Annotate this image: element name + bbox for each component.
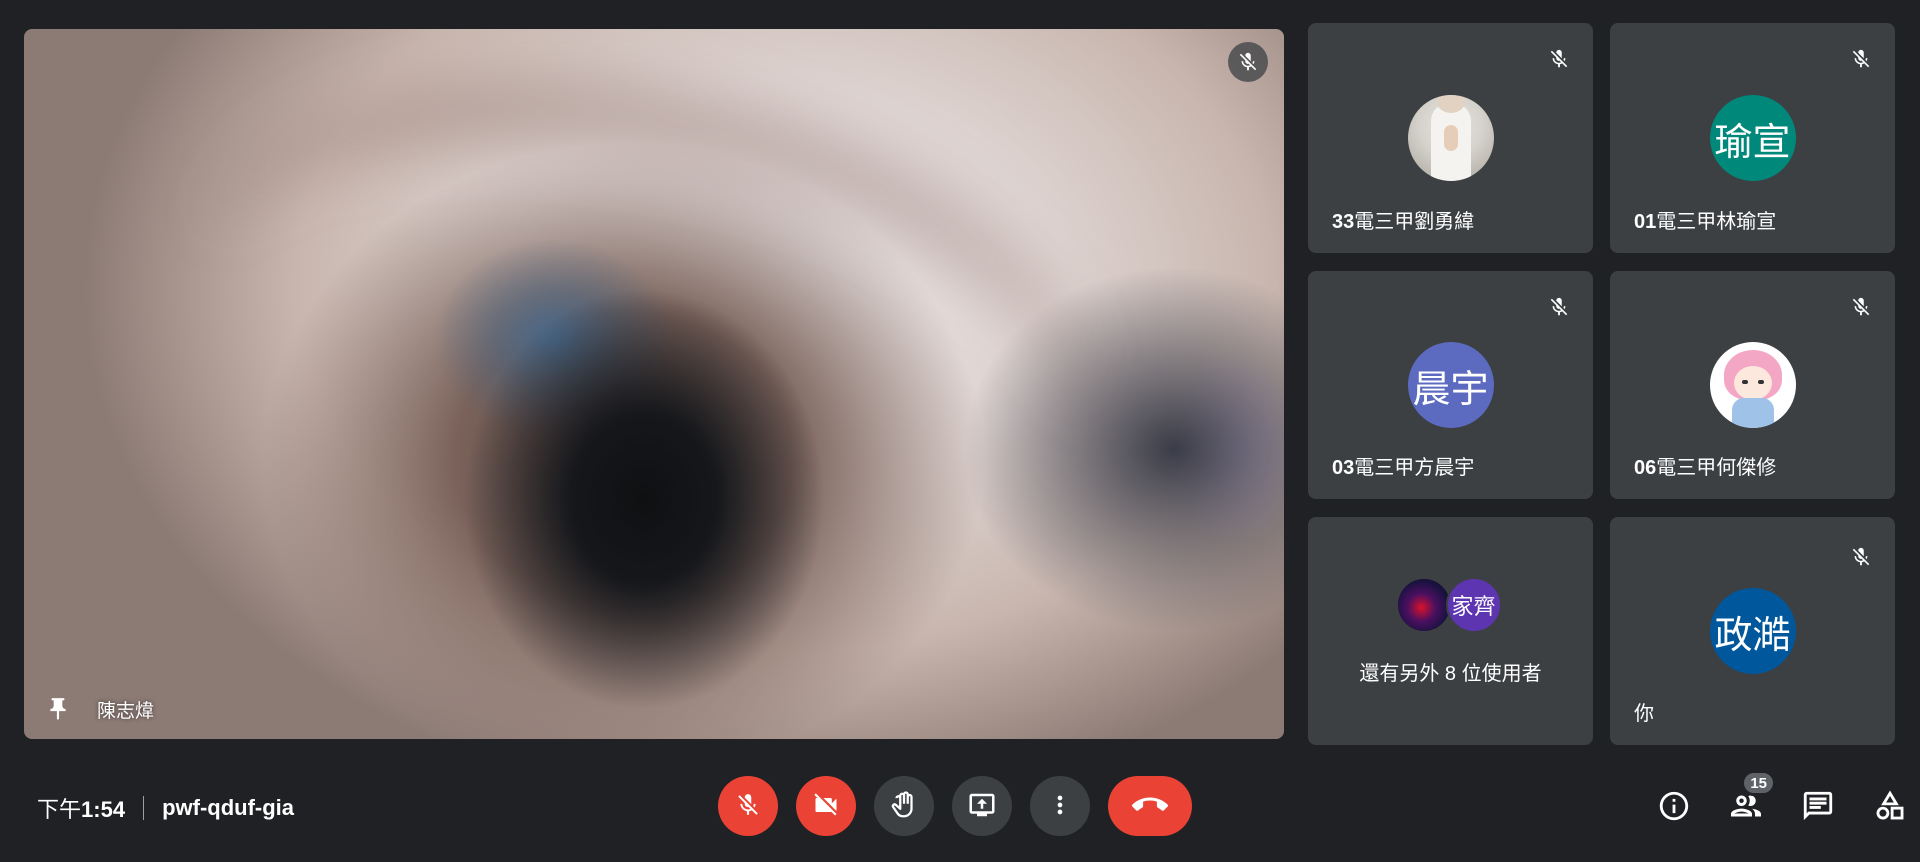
chat-icon xyxy=(1801,789,1835,828)
mic-off-icon xyxy=(1841,287,1881,327)
participants-count-badge: 15 xyxy=(1741,770,1776,796)
side-panel-buttons: 15 xyxy=(1650,770,1920,834)
mic-off-icon xyxy=(1841,537,1881,577)
participant-name: 06電三甲何傑修 xyxy=(1634,457,1777,479)
call-controls xyxy=(718,776,1192,836)
present-screen-icon xyxy=(967,790,997,823)
participants-button[interactable]: 15 xyxy=(1722,770,1776,832)
participant-name: 01電三甲林瑜宣 xyxy=(1634,211,1777,233)
more-participants-label: 還有另外 8 位使用者 xyxy=(1359,663,1542,685)
leave-call-button[interactable] xyxy=(1108,776,1192,836)
participant-name: 陳志煒 xyxy=(97,701,155,722)
meeting-code: pwf-qduf-gia xyxy=(162,795,295,820)
avatar-stack: 家齊 xyxy=(1395,577,1506,633)
meeting-time: 下午1:54 xyxy=(37,797,126,822)
avatar: 瑜宣 xyxy=(1709,95,1796,181)
pin-icon[interactable] xyxy=(42,693,74,725)
present-button[interactable] xyxy=(952,776,1012,836)
more-vert-icon xyxy=(1046,791,1074,822)
hand-icon xyxy=(889,790,919,823)
main-video-tile[interactable]: 陳志煒 xyxy=(24,29,1284,739)
participant-tile[interactable]: 瑜宣 01電三甲林瑜宣 xyxy=(1610,23,1895,253)
participant-name: 你 xyxy=(1634,703,1654,725)
avatar xyxy=(1395,577,1452,633)
self-tile[interactable]: 政澔 你 xyxy=(1610,517,1895,745)
camera-button[interactable] xyxy=(796,776,856,836)
mic-off-icon xyxy=(1228,42,1268,82)
activities-button[interactable] xyxy=(1866,784,1914,832)
meeting-details-button[interactable] xyxy=(1650,784,1698,832)
mic-off-icon xyxy=(1539,287,1579,327)
avatar: 家齊 xyxy=(1445,577,1502,633)
video-feed xyxy=(149,29,1139,697)
mic-off-icon xyxy=(1539,39,1579,79)
avatar: 晨宇 xyxy=(1407,342,1494,428)
info-icon xyxy=(1657,789,1691,828)
call-end-icon xyxy=(1131,787,1168,826)
participant-name: 33電三甲劉勇緯 xyxy=(1332,211,1475,233)
mic-off-icon xyxy=(1841,39,1881,79)
more-options-button[interactable] xyxy=(1030,776,1090,836)
mic-off-icon xyxy=(735,792,761,821)
microphone-button[interactable] xyxy=(718,776,778,836)
avatar xyxy=(1709,342,1796,428)
participant-tile[interactable]: 33電三甲劉勇緯 xyxy=(1308,23,1593,253)
activities-icon xyxy=(1873,789,1907,828)
videocam-off-icon xyxy=(812,791,840,822)
raise-hand-button[interactable] xyxy=(874,776,934,836)
divider xyxy=(143,796,145,820)
meeting-info: 下午1:54 pwf-qduf-gia xyxy=(37,792,294,824)
avatar xyxy=(1407,95,1494,181)
bottom-toolbar: 下午1:54 pwf-qduf-gia 15 xyxy=(0,750,1920,862)
chat-button[interactable] xyxy=(1794,784,1842,832)
more-participants-tile[interactable]: 家齊 還有另外 8 位使用者 xyxy=(1308,517,1593,745)
participant-tile[interactable]: 晨宇 03電三甲方晨宇 xyxy=(1308,271,1593,499)
participant-tile[interactable]: 06電三甲何傑修 xyxy=(1610,271,1895,499)
participant-name: 03電三甲方晨宇 xyxy=(1332,457,1475,479)
avatar: 政澔 xyxy=(1709,588,1796,674)
